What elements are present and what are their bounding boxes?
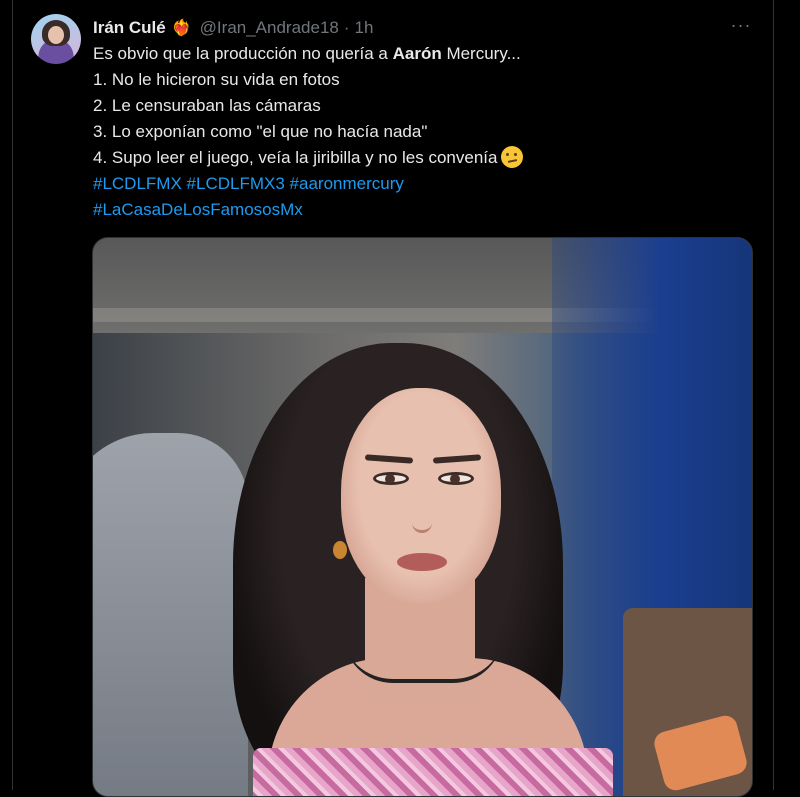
author-avatar[interactable] <box>31 14 81 64</box>
hashtag-link[interactable]: #LCDLFMX <box>93 174 182 193</box>
photo-subject-left-eye <box>373 472 409 485</box>
hashtag-line-2: #LaCasaDeLosFamososMx <box>93 197 523 223</box>
heart-on-fire-icon: ❤️‍🔥 <box>171 20 192 37</box>
hashtag-link[interactable]: #LaCasaDeLosFamososMx <box>93 200 303 219</box>
tweet-line-3: 2. Le censuraban las cámaras <box>93 96 321 115</box>
tweet-line-1-start: Es obvio que la producción no quería a <box>93 44 393 63</box>
tweet-text: Es obvio que la producción no quería a A… <box>93 41 524 223</box>
tweet-timestamp[interactable]: 1h <box>355 18 374 38</box>
photo-subject-nose <box>412 496 432 533</box>
author-name[interactable]: Irán Culé <box>93 18 166 38</box>
hashtag-link[interactable]: #LCDLFMX3 <box>187 174 285 193</box>
more-options-icon[interactable]: ··· <box>728 15 754 41</box>
tweet-header: Irán Culé ❤️‍🔥 @Iran_Andrade18 · 1h <box>93 16 373 40</box>
tweet-line-2: 1. No le hicieron su vida en fotos <box>93 70 340 89</box>
tweet-card[interactable]: Irán Culé ❤️‍🔥 @Iran_Andrade18 · 1h ··· … <box>12 0 774 797</box>
tweet-line-1-end: Mercury... <box>441 44 521 63</box>
hashtag-line-1: #LCDLFMX #LCDLFMX3 #aaronmercury <box>93 171 523 197</box>
tweet-line-5-text: 4. Supo leer el juego, veía la jiribilla… <box>93 148 498 167</box>
photo-background-person <box>93 433 248 796</box>
tweet-line-5: 4. Supo leer el juego, veía la jiribilla… <box>93 145 524 171</box>
tweet-photo[interactable] <box>92 237 753 797</box>
tweet-line-4: 3. Lo exponían como "el que no hacía nad… <box>93 122 428 141</box>
author-handle[interactable]: @Iran_Andrade18 <box>200 18 339 38</box>
tweet-line-1: Es obvio que la producción no quería a A… <box>93 41 523 67</box>
raised-eyebrow-emoji-icon <box>501 146 524 168</box>
hashtag-link[interactable]: #aaronmercury <box>290 174 404 193</box>
photo-subject-necklace <box>343 633 503 683</box>
photo-subject-mouth <box>397 553 447 571</box>
photo-subject-earring <box>333 541 347 559</box>
tweet-line-1-bold: Aarón <box>392 44 442 63</box>
separator-dot: · <box>343 18 350 37</box>
photo-subject-right-eye <box>438 472 474 485</box>
